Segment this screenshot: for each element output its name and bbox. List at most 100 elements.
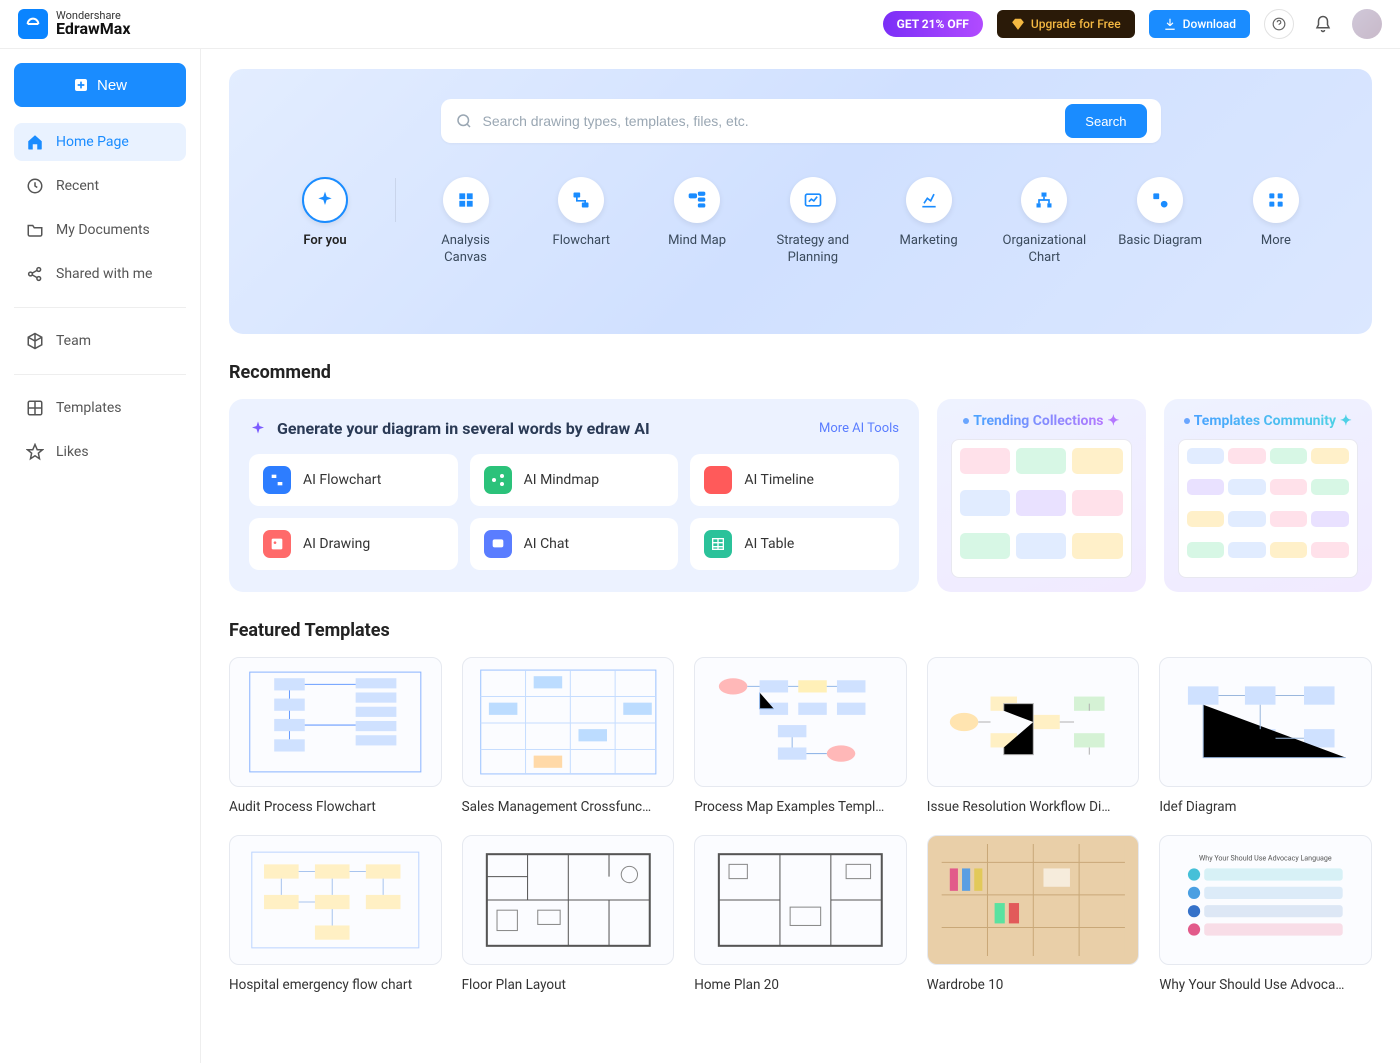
brand-logo-icon <box>18 9 48 39</box>
sidebar-item-shared[interactable]: Shared with me <box>14 255 186 293</box>
sidebar: New Home Page Recent My Documents Shared… <box>0 49 201 1063</box>
category-org[interactable]: Organizational Chart <box>998 177 1090 267</box>
search-button[interactable]: Search <box>1065 104 1146 138</box>
ai-tool-label: AI Drawing <box>303 536 370 552</box>
template-label: Issue Resolution Workflow Di… <box>927 799 1140 815</box>
template-card[interactable]: Home Plan 20 <box>694 835 907 993</box>
template-thumb <box>229 835 442 965</box>
ai-tool-label: AI Timeline <box>744 472 814 488</box>
category-marketing[interactable]: Marketing <box>883 177 975 267</box>
category-label: Marketing <box>900 233 958 267</box>
upgrade-button[interactable]: Upgrade for Free <box>997 10 1135 38</box>
category-label: Analysis Canvas <box>420 233 512 267</box>
promo-label: GET 21% OFF <box>897 17 969 31</box>
featured-heading: Featured Templates <box>229 620 1372 641</box>
category-analysis[interactable]: Analysis Canvas <box>420 177 512 267</box>
template-thumb <box>1159 657 1372 787</box>
template-card[interactable]: Floor Plan Layout <box>462 835 675 993</box>
more-icon <box>1266 190 1286 210</box>
ai-tool-label: AI Mindmap <box>524 472 599 488</box>
templates-community-card[interactable]: Templates Community ✦ <box>1164 399 1373 592</box>
template-card[interactable]: Why Your Should Use Advocacy Language Wh… <box>1159 835 1372 993</box>
template-label: Sales Management Crossfunc… <box>462 799 675 815</box>
help-button[interactable] <box>1264 9 1294 39</box>
category-label: For you <box>303 233 346 267</box>
category-label: Strategy and Planning <box>767 233 859 267</box>
share-icon <box>490 472 506 488</box>
category-for-you[interactable]: For you <box>279 177 371 267</box>
content: Search For you Analysis Canvas Flowchart <box>201 49 1400 1063</box>
avatar[interactable] <box>1352 9 1382 39</box>
template-card[interactable]: Wardrobe 10 <box>927 835 1140 993</box>
download-button[interactable]: Download <box>1149 10 1250 38</box>
timeline-icon <box>710 472 726 488</box>
dot-icon <box>1184 418 1190 424</box>
category-mindmap[interactable]: Mind Map <box>651 177 743 267</box>
sidebar-item-home[interactable]: Home Page <box>14 123 186 161</box>
ai-tool-mindmap[interactable]: AI Mindmap <box>470 454 679 506</box>
community-title: Templates Community <box>1194 413 1336 429</box>
template-thumb: Why Your Should Use Advocacy Language <box>1159 835 1372 965</box>
sidebar-item-likes[interactable]: Likes <box>14 433 186 471</box>
search-input[interactable] <box>483 113 1056 129</box>
category-label: Mind Map <box>668 233 726 267</box>
trending-title: Trending Collections <box>973 413 1103 429</box>
sidebar-item-documents[interactable]: My Documents <box>14 211 186 249</box>
sidebar-item-label: Templates <box>56 400 122 416</box>
template-label: Hospital emergency flow chart <box>229 977 442 993</box>
category-label: Basic Diagram <box>1118 233 1202 267</box>
svg-text:Why Your Should Use Advocacy L: Why Your Should Use Advocacy Language <box>1199 853 1332 862</box>
upgrade-label: Upgrade for Free <box>1031 17 1121 31</box>
sidebar-item-label: Recent <box>56 178 99 194</box>
chart-icon <box>919 190 939 210</box>
template-thumb <box>927 835 1140 965</box>
notifications-button[interactable] <box>1308 9 1338 39</box>
more-ai-tools-link[interactable]: More AI Tools <box>819 421 899 436</box>
bell-icon <box>1314 15 1332 33</box>
template-label: Process Map Examples Templ… <box>694 799 907 815</box>
category-more[interactable]: More <box>1230 177 1322 267</box>
new-button[interactable]: New <box>14 63 186 107</box>
category-basic[interactable]: Basic Diagram <box>1114 177 1206 267</box>
ai-tool-chat[interactable]: AI Chat <box>470 518 679 570</box>
ai-tool-flowchart[interactable]: AI Flowchart <box>249 454 458 506</box>
sidebar-item-label: Likes <box>56 444 89 460</box>
category-strategy[interactable]: Strategy and Planning <box>767 177 859 267</box>
share-icon <box>26 265 44 283</box>
diamond-icon <box>1011 17 1025 31</box>
sidebar-item-label: Team <box>56 333 91 349</box>
template-label: Why Your Should Use Advoca… <box>1159 977 1372 993</box>
ai-tool-table[interactable]: AI Table <box>690 518 899 570</box>
sidebar-item-recent[interactable]: Recent <box>14 167 186 205</box>
ai-tool-label: AI Flowchart <box>303 472 381 488</box>
template-card[interactable]: Issue Resolution Workflow Di… <box>927 657 1140 815</box>
separator <box>395 178 396 222</box>
template-card[interactable]: Audit Process Flowchart <box>229 657 442 815</box>
clock-icon <box>26 177 44 195</box>
template-card[interactable]: Sales Management Crossfunc… <box>462 657 675 815</box>
category-flowchart[interactable]: Flowchart <box>535 177 627 267</box>
sidebar-item-label: Shared with me <box>56 266 152 282</box>
sparkle-icon <box>249 420 267 438</box>
sidebar-item-team[interactable]: Team <box>14 322 186 360</box>
ai-title-text: Generate your diagram in several words b… <box>277 419 650 438</box>
table-icon <box>710 536 726 552</box>
ai-tool-label: AI Table <box>744 536 794 552</box>
search-box[interactable]: Search <box>441 99 1161 143</box>
ai-panel: Generate your diagram in several words b… <box>229 399 919 592</box>
ai-tool-timeline[interactable]: AI Timeline <box>690 454 899 506</box>
category-label: More <box>1261 233 1291 267</box>
template-card[interactable]: Idef Diagram <box>1159 657 1372 815</box>
category-row: For you Analysis Canvas Flowchart Mind M… <box>269 177 1332 291</box>
shapes-icon <box>1150 190 1170 210</box>
folder-icon <box>26 221 44 239</box>
ai-tool-drawing[interactable]: AI Drawing <box>249 518 458 570</box>
trending-collections-card[interactable]: Trending Collections ✦ <box>937 399 1146 592</box>
template-card[interactable]: Hospital emergency flow chart <box>229 835 442 993</box>
flow-icon <box>269 472 285 488</box>
sidebar-item-templates[interactable]: Templates <box>14 389 186 427</box>
promo-pill[interactable]: GET 21% OFF <box>883 11 983 37</box>
cube-icon <box>26 332 44 350</box>
template-card[interactable]: Process Map Examples Templ… <box>694 657 907 815</box>
org-icon <box>1034 190 1054 210</box>
